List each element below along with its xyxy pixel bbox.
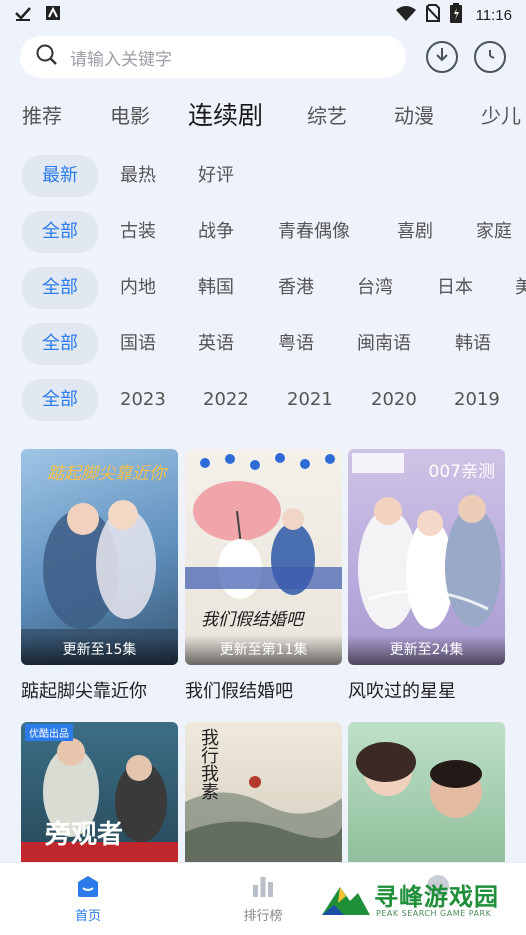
- tab-movie[interactable]: 电影: [110, 96, 150, 136]
- filter-row-genre: 全部 古装 战争 青春偶像 喜剧 家庭: [0, 211, 526, 253]
- show-card[interactable]: 我行我素: [185, 722, 342, 862]
- filter-lang-korean[interactable]: 韩语: [455, 323, 491, 365]
- status-time: 11:16: [475, 6, 512, 24]
- poster-image: 踮起脚尖靠近你 更新至15集: [21, 449, 178, 665]
- check-icon: [14, 5, 32, 25]
- site-watermark: 寻峰游戏园 PEAK SEARCH GAME PARK: [320, 867, 520, 927]
- poster-title-art: 踮起脚尖靠近你: [47, 464, 166, 484]
- search-icon: [36, 44, 58, 70]
- app-notification-icon: [46, 6, 60, 24]
- poster-image: [348, 722, 505, 862]
- filter-lang-cantonese[interactable]: 粤语: [278, 323, 314, 365]
- filter-region-japan[interactable]: 日本: [437, 267, 473, 309]
- mountain-logo-icon: [322, 887, 370, 915]
- filter-genre-comedy[interactable]: 喜剧: [397, 211, 433, 253]
- filter-year-all[interactable]: 全部: [21, 379, 99, 421]
- filter-genre-all[interactable]: 全部: [21, 211, 99, 253]
- episode-badge: 更新至24集: [348, 635, 505, 665]
- poster-image: 我行我素: [185, 722, 342, 862]
- download-icon: [434, 47, 450, 67]
- tab-recommend[interactable]: 推荐: [22, 96, 62, 136]
- filter-sort-latest[interactable]: 最新: [21, 155, 99, 197]
- filter-year-2022[interactable]: 2022: [203, 379, 249, 421]
- filter-genre-costume[interactable]: 古装: [120, 211, 156, 253]
- filter-sort-hot[interactable]: 最热: [120, 155, 156, 197]
- filter-lang-minnan[interactable]: 闽南语: [357, 323, 411, 365]
- show-card[interactable]: [348, 722, 505, 862]
- filter-region-taiwan[interactable]: 台湾: [357, 267, 393, 309]
- poster-image: 007亲测 更新至24集: [348, 449, 505, 665]
- filter-region-all[interactable]: 全部: [21, 267, 99, 309]
- search-row: 请输入关键字: [20, 36, 508, 78]
- category-tabs: 推荐 电影 连续剧 综艺 动漫 少儿: [0, 96, 526, 136]
- filter-year-2019[interactable]: 2019: [454, 379, 500, 421]
- episode-badge: 更新至第11集: [185, 635, 342, 665]
- filter-region-usa[interactable]: 美: [515, 267, 526, 309]
- history-button[interactable]: [474, 41, 506, 73]
- filter-genre-family[interactable]: 家庭: [476, 211, 512, 253]
- show-title: 我们假结婚吧: [185, 681, 293, 702]
- filter-row-year: 全部 2023 2022 2021 2020 2019: [0, 379, 526, 421]
- filter-sort-rating[interactable]: 好评: [198, 155, 234, 197]
- status-bar: 11:16: [0, 0, 526, 30]
- nav-home[interactable]: 首页: [48, 873, 128, 924]
- filter-lang-english[interactable]: 英语: [198, 323, 234, 365]
- show-card[interactable]: 优酷出品 旁观者: [21, 722, 178, 862]
- provider-badge: 优酷出品: [25, 724, 73, 741]
- filter-genre-youth[interactable]: 青春偶像: [278, 211, 350, 253]
- episode-badge: 更新至15集: [21, 635, 178, 665]
- filter-lang-mandarin[interactable]: 国语: [120, 323, 156, 365]
- filter-row-region: 全部 内地 韩国 香港 台湾 日本 美: [0, 267, 526, 309]
- show-title: 踮起脚尖靠近你: [21, 681, 147, 702]
- search-placeholder: 请输入关键字: [70, 49, 172, 70]
- watermark-title: 寻峰游戏园: [374, 883, 499, 911]
- filter-year-2020[interactable]: 2020: [371, 379, 417, 421]
- chart-icon: [250, 873, 276, 899]
- wifi-icon: [395, 5, 416, 25]
- tab-anime[interactable]: 动漫: [394, 96, 434, 136]
- filter-year-2023[interactable]: 2023: [120, 379, 166, 421]
- poster-title-art: 旁观者: [45, 820, 124, 850]
- no-sim-icon: [424, 4, 441, 26]
- filter-row-language: 全部 国语 英语 粤语 闽南语 韩语: [0, 323, 526, 365]
- download-button[interactable]: [426, 41, 458, 73]
- poster-title-art: 我们假结婚吧: [201, 610, 303, 630]
- show-card[interactable]: 007亲测 更新至24集 风吹过的星星: [348, 449, 505, 703]
- poster-image: 优酷出品 旁观者: [21, 722, 178, 862]
- filter-region-mainland[interactable]: 内地: [120, 267, 156, 309]
- nav-ranking[interactable]: 排行榜: [223, 873, 303, 924]
- filter-region-hongkong[interactable]: 香港: [278, 267, 314, 309]
- filter-lang-all[interactable]: 全部: [21, 323, 99, 365]
- show-title: 风吹过的星星: [348, 681, 456, 702]
- nav-ranking-label: 排行榜: [243, 909, 283, 924]
- show-card[interactable]: 踮起脚尖靠近你 更新至15集 踮起脚尖靠近你: [21, 449, 178, 703]
- home-icon: [75, 873, 101, 899]
- nav-home-label: 首页: [74, 909, 101, 924]
- poster-image: 我们假结婚吧 更新至第11集: [185, 449, 342, 665]
- watermark-subtitle: PEAK SEARCH GAME PARK: [376, 909, 492, 918]
- battery-icon: [449, 3, 462, 27]
- tab-series[interactable]: 连续剧: [188, 96, 263, 136]
- filter-genre-war[interactable]: 战争: [198, 211, 234, 253]
- tab-kids[interactable]: 少儿: [481, 96, 521, 136]
- filter-year-2021[interactable]: 2021: [287, 379, 333, 421]
- clock-icon: [482, 47, 498, 67]
- filter-row-sort: 最新 最热 好评: [0, 155, 526, 197]
- show-card[interactable]: 我们假结婚吧 更新至第11集 我们假结婚吧: [185, 449, 342, 703]
- filter-region-korea[interactable]: 韩国: [198, 267, 234, 309]
- search-input[interactable]: 请输入关键字: [20, 36, 406, 78]
- poster-title-art: 我行我素: [198, 728, 219, 800]
- tab-variety[interactable]: 综艺: [307, 96, 347, 136]
- poster-watermark-text: 007亲测: [428, 462, 495, 482]
